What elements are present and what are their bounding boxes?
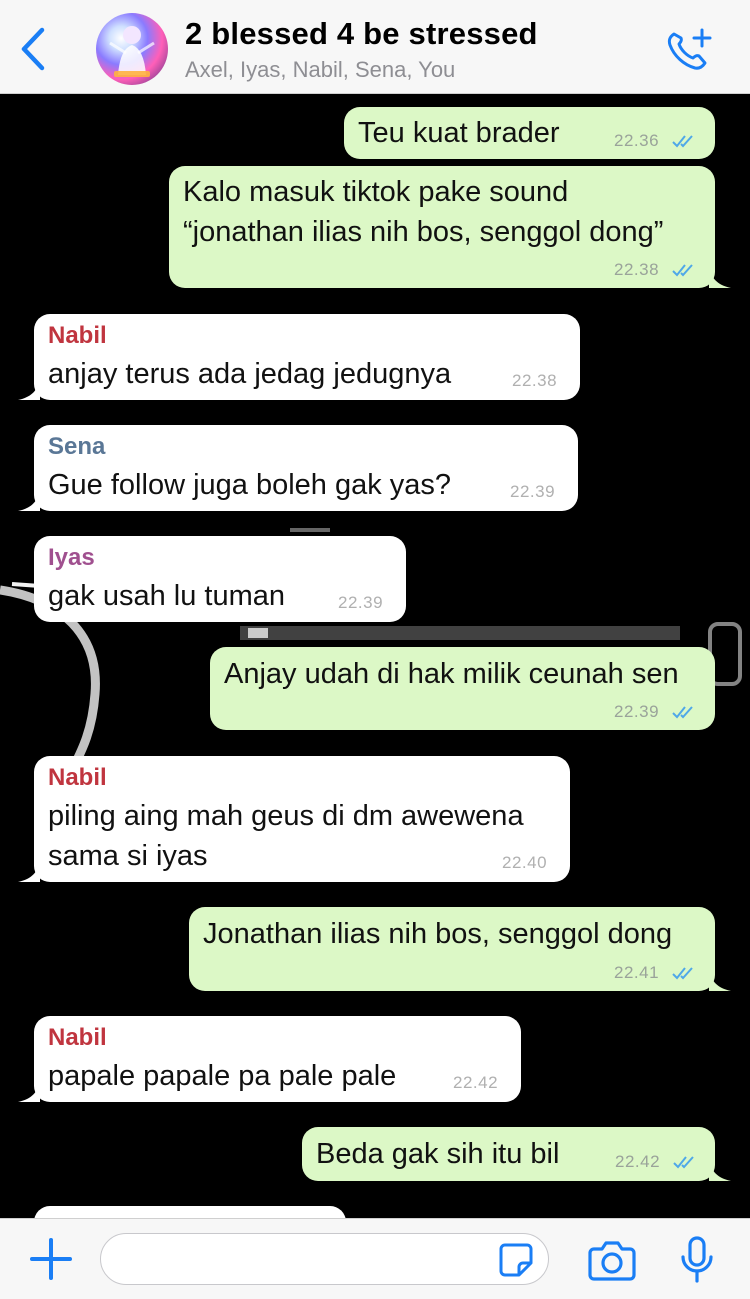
microphone-icon[interactable]: [679, 1235, 715, 1285]
message-time: 22.41: [614, 963, 660, 982]
message-text: Gue follow juga boleh gak yas?: [48, 469, 452, 501]
message-time: 22.40: [502, 853, 548, 872]
message-time: 22.36: [614, 131, 660, 150]
sender-name[interactable]: Nabil: [48, 1024, 107, 1052]
message-bubble-incoming[interactable]: Nabil anjay terus ada jedag jedugnya 22.…: [18, 314, 580, 400]
message-time: 22.39: [338, 593, 384, 612]
message-text: Beda gak sih itu bil: [316, 1138, 560, 1170]
message-input[interactable]: [100, 1233, 549, 1285]
sender-name[interactable]: Sena: [48, 433, 105, 461]
add-call-icon[interactable]: [664, 26, 714, 72]
message-text: papale papale pa pale pale: [48, 1060, 397, 1092]
bubble-tail: [18, 378, 40, 400]
message-bubble-outgoing[interactable]: Kalo masuk tiktok pake sound “jonathan i…: [169, 166, 731, 288]
bubble-tail: [709, 266, 731, 288]
message-bubble-incoming[interactable]: Iyas gak usah lu tuman 22.39: [34, 536, 406, 622]
chat-title[interactable]: 2 blessed 4 be stressed: [185, 16, 538, 52]
group-avatar[interactable]: [96, 13, 168, 85]
sender-name[interactable]: Iyas: [48, 544, 95, 572]
message-text: Jonathan ilias nih bos, senggol dong: [203, 918, 673, 950]
message-bubble-outgoing[interactable]: Beda gak sih itu bil 22.42: [302, 1127, 731, 1181]
read-ticks-icon: [672, 135, 693, 148]
avatar-image: [109, 26, 155, 77]
message-time: 22.42: [615, 1152, 661, 1171]
message-bubble-outgoing[interactable]: Teu kuat brader 22.36: [344, 107, 715, 159]
bubble-tail: [709, 969, 731, 991]
message-time: 22.39: [614, 702, 660, 721]
message-bubble-incoming[interactable]: Sena Gue follow juga boleh gak yas? 22.3…: [18, 425, 578, 511]
message-text: Teu kuat brader: [358, 117, 560, 149]
sender-name[interactable]: Nabil: [48, 764, 107, 792]
message-bubble-incoming[interactable]: Nabil papale papale pa pale pale 22.42: [18, 1016, 521, 1102]
chat-header: 2 blessed 4 be stressed Axel, Iyas, Nabi…: [0, 0, 750, 94]
message-text-line: Kalo masuk tiktok pake sound: [183, 176, 569, 208]
read-ticks-icon: [672, 967, 693, 980]
bubble-tail: [18, 860, 40, 882]
message-time: 22.39: [510, 482, 556, 501]
sender-name[interactable]: Nabil: [48, 322, 107, 350]
message-text: Anjay udah di hak milik ceunah sen: [224, 658, 679, 690]
message-text-line: piling aing mah geus di dm awewena: [48, 800, 524, 832]
sticker-icon[interactable]: [497, 1241, 535, 1279]
bubble-tail: [709, 1159, 731, 1181]
read-ticks-icon: [672, 264, 693, 277]
message-text-line: “jonathan ilias nih bos, senggol dong”: [183, 216, 664, 248]
bubble-tail: [18, 489, 40, 511]
message-bubble-incoming[interactable]: Nabil piling aing mah geus di dm awewena…: [18, 756, 570, 882]
participants-list[interactable]: Axel, Iyas, Nabil, Sena, You: [185, 57, 455, 83]
chevron-left-icon[interactable]: [14, 24, 50, 74]
message-time: 22.38: [614, 260, 660, 279]
chat-messages-area[interactable]: Teu kuat brader 22.36 Kalo masuk tiktok …: [0, 94, 750, 1218]
message-time: 22.38: [512, 371, 558, 390]
message-text: anjay terus ada jedag jedugnya: [48, 358, 452, 390]
compose-bar: [0, 1218, 750, 1299]
message-text: gak usah lu tuman: [48, 580, 285, 612]
message-bubble-outgoing[interactable]: Jonathan ilias nih bos, senggol dong 22.…: [189, 907, 731, 991]
message-bubble-outgoing[interactable]: Anjay udah di hak milik ceunah sen 22.39: [210, 647, 715, 730]
plus-icon[interactable]: [29, 1237, 73, 1281]
message-time: 22.42: [453, 1073, 499, 1092]
read-ticks-icon: [672, 706, 693, 719]
bubble-tail: [18, 1080, 40, 1102]
message-text-line: sama si iyas: [48, 840, 208, 872]
camera-icon[interactable]: [588, 1239, 636, 1281]
message-bubble-incoming-partial[interactable]: [34, 1206, 346, 1218]
read-ticks-icon: [673, 1156, 694, 1169]
